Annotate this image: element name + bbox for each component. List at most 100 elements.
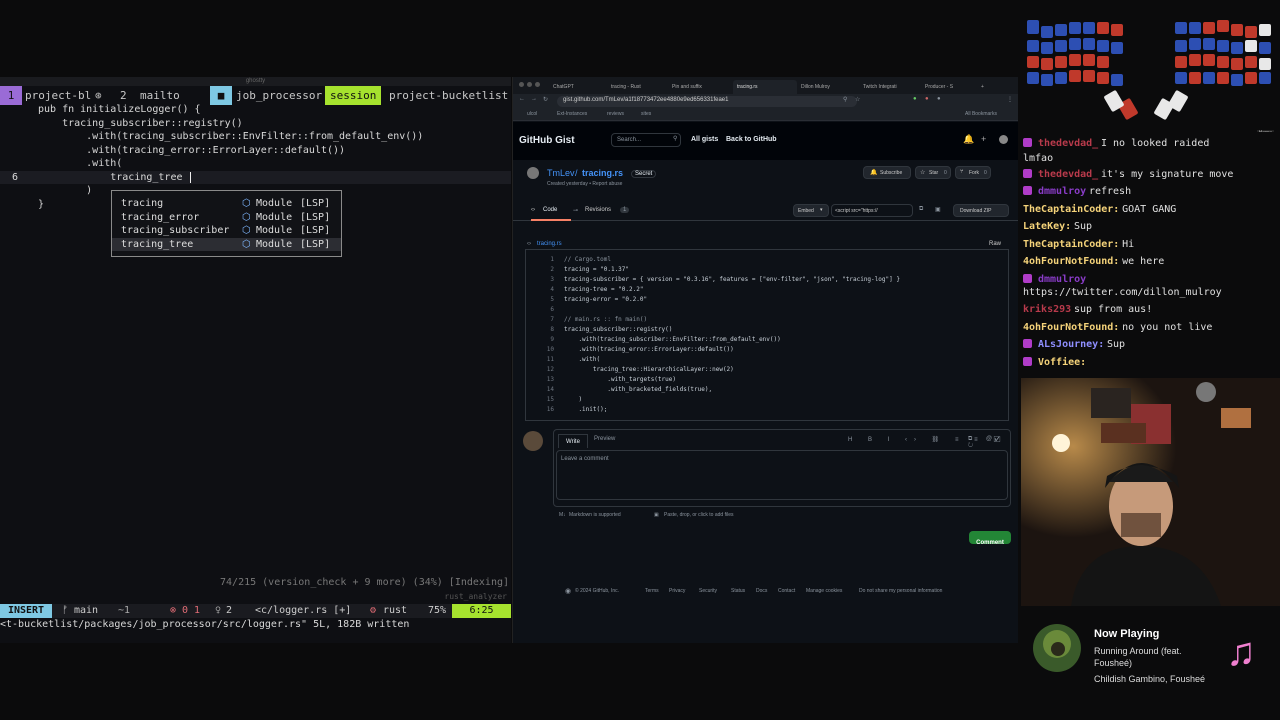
completion-menu[interactable]: tracing ⬡ Module [LSP] tracing_error ⬡ Module… [111,190,342,257]
code-line: pub fn initializeLogger() { [38,104,201,115]
extension-icon[interactable]: ● [913,96,917,102]
footer-link[interactable]: Do not share my personal information [859,588,942,594]
bookmark[interactable]: reviews [607,111,624,117]
gist-code-line: 9 .with(tracing_subscriber::EnvFilter::f… [526,335,780,345]
browser-tab[interactable]: tracing - Rust [611,80,669,94]
chat-username[interactable]: dmmulroy [1038,186,1086,197]
tab-preview[interactable]: Preview [594,436,615,442]
bookmark[interactable]: sites [641,111,651,117]
footer-link[interactable]: Docs [756,588,767,594]
gist-line-number: 10 [546,346,554,353]
bookmark[interactable]: ulcol [527,111,537,117]
footer-link[interactable]: Terms [645,588,659,594]
browser-tab[interactable]: Dillon Mulroy [801,80,859,94]
completion-item-selected[interactable]: tracing_tree ⬡ Module [LSP] [112,237,341,251]
gist-line-number: 11 [546,356,554,363]
chat-username[interactable]: ALsJourney: [1038,339,1104,350]
browser-window[interactable]: ChatGPT tracing - Rust Pin and suffix tr… [512,77,1018,643]
gist-line-number: 13 [546,376,554,383]
tab-write[interactable]: Write [558,434,588,448]
completion-item[interactable]: tracing_error ⬡ Module [LSP] [112,211,341,225]
footer-link[interactable]: Manage cookies [806,588,842,594]
footer-copyright: © 2024 GitHub, Inc. [575,588,619,594]
chat-text: Sup [1107,339,1126,350]
all-bookmarks[interactable]: All Bookmarks [965,111,997,117]
footer-link[interactable]: Security [699,588,717,594]
attach-note[interactable]: Paste, drop, or click to add files [664,512,733,518]
chat-username[interactable]: TheCaptainCoder: [1023,239,1119,250]
current-line-number: 6 [12,171,19,183]
chat-username[interactable]: LateKey: [1023,221,1071,232]
gist-line-text: ) [564,396,583,403]
new-tab-icon[interactable]: + [981,80,991,94]
chat-username[interactable]: TheCaptainCoder: [1023,204,1119,215]
chat-username[interactable]: Voffiee: [1038,357,1086,368]
download-zip-button[interactable]: Download ZIP [953,204,1009,217]
gist-tabs: ‹› Code ⊸ Revisions 1 Embed ▾ <script src… [513,201,1018,221]
gist-header: GitHub Gist Search... ⚲ All gists Back t… [513,122,1018,160]
gist-file-title[interactable]: tracing.rs [582,168,623,178]
chat-username[interactable]: 4ohFourNotFound: [1023,256,1119,267]
plus-icon[interactable]: + [981,134,986,144]
embed-url-input[interactable]: <script src="https:// [831,204,913,217]
gist-filename[interactable]: tracing.rs [537,241,562,247]
desktop-icon[interactable]: ▣ [935,206,941,213]
tab-revisions[interactable]: Revisions [585,207,611,213]
markdown-note[interactable]: Markdown is supported [569,512,621,518]
chat-badge-icon [1023,274,1032,283]
toolbar-extra[interactable]: ⧉ @ ↻ [968,436,1010,450]
reload-icon[interactable]: ↻ [543,96,548,103]
terminal-window[interactable]: ghostty 1 project-bl ⊛ 2 mailto ■ job_pr… [0,77,511,643]
search-input[interactable]: Search... [611,133,681,147]
gist-line-number: 8 [550,326,554,333]
owner-avatar[interactable] [527,167,539,179]
tab-code[interactable]: Code [543,207,557,213]
browser-tab[interactable]: ChatGPT [553,80,608,94]
footer-link[interactable]: Status [731,588,745,594]
code-line: tracing_subscriber::registry() [38,117,243,129]
chat-text[interactable]: https://twitter.com/dillon_mulroy [1023,287,1222,298]
chat-username[interactable]: thedevdad_ [1038,169,1098,180]
extension-icon[interactable]: ● [925,96,929,102]
chat-username[interactable]: thedevdad_ [1038,138,1098,149]
gist-line-text: // Cargo.toml [564,256,611,263]
chat-username[interactable]: dmmulroy [1038,274,1086,285]
notification-icon[interactable]: 🔔 [963,134,974,145]
embed-dropdown[interactable]: Embed ▾ [793,204,829,217]
fork-button[interactable]: ⑂ Fork 0 [955,166,991,179]
address-bar[interactable]: gist.github.com/TmLev/a1f18773472ee4880e… [557,96,857,107]
completion-item[interactable]: tracing ⬡ Module [LSP] [112,197,341,211]
github-gist-logo[interactable]: GitHub Gist [519,135,575,146]
star-button[interactable]: ☆ Star 0 [915,166,951,179]
raw-button[interactable]: Raw [989,241,1001,247]
chat-text: GOAT GANG [1122,204,1177,215]
forward-icon[interactable]: → [531,96,537,102]
subscribe-button[interactable]: 🔔 Subscribe [863,166,911,179]
avatar[interactable] [999,135,1008,144]
browser-tab-active[interactable]: tracing.rs [733,80,797,94]
gist-owner[interactable]: TmLev [547,168,575,178]
menu-icon[interactable]: ⋮ [1007,96,1013,103]
bookmark[interactable]: Ext-Instances [557,111,587,117]
chat-username[interactable]: 4ohFourNotFound: [1023,322,1119,333]
copy-icon[interactable]: ⧉ [919,206,923,213]
comment-textarea[interactable]: Leave a comment [556,450,1008,500]
gist-code-line: 8 tracing_subscriber::registry() [526,325,672,335]
chat-username[interactable]: kriks293 [1023,304,1071,315]
completion-item[interactable]: tracing_subscriber ⬡ Module [LSP] [112,224,341,238]
browser-tab[interactable]: Pin and suffix [672,80,730,94]
chat-message: ALsJourney: Sup [1023,338,1125,351]
chat-message: Voffiee: [1023,356,1089,369]
back-icon[interactable]: ← [519,96,525,102]
extension-icon[interactable]: ● [937,96,941,102]
star-bookmark-icon[interactable]: ☆ [855,96,860,103]
zoom-icon[interactable]: ⚲ [843,96,847,103]
nav-back-to-github[interactable]: Back to GitHub [726,136,777,143]
footer-link[interactable]: Contact [778,588,795,594]
comment-submit-button[interactable]: Comment [969,531,1011,546]
now-playing-heading: Now Playing [1094,628,1160,640]
footer-link[interactable]: Privacy [669,588,685,594]
nav-all-gists[interactable]: All gists [691,136,718,143]
browser-tab[interactable]: Twitch Integrati [863,80,921,94]
browser-tab[interactable]: Producer - S [925,80,977,94]
